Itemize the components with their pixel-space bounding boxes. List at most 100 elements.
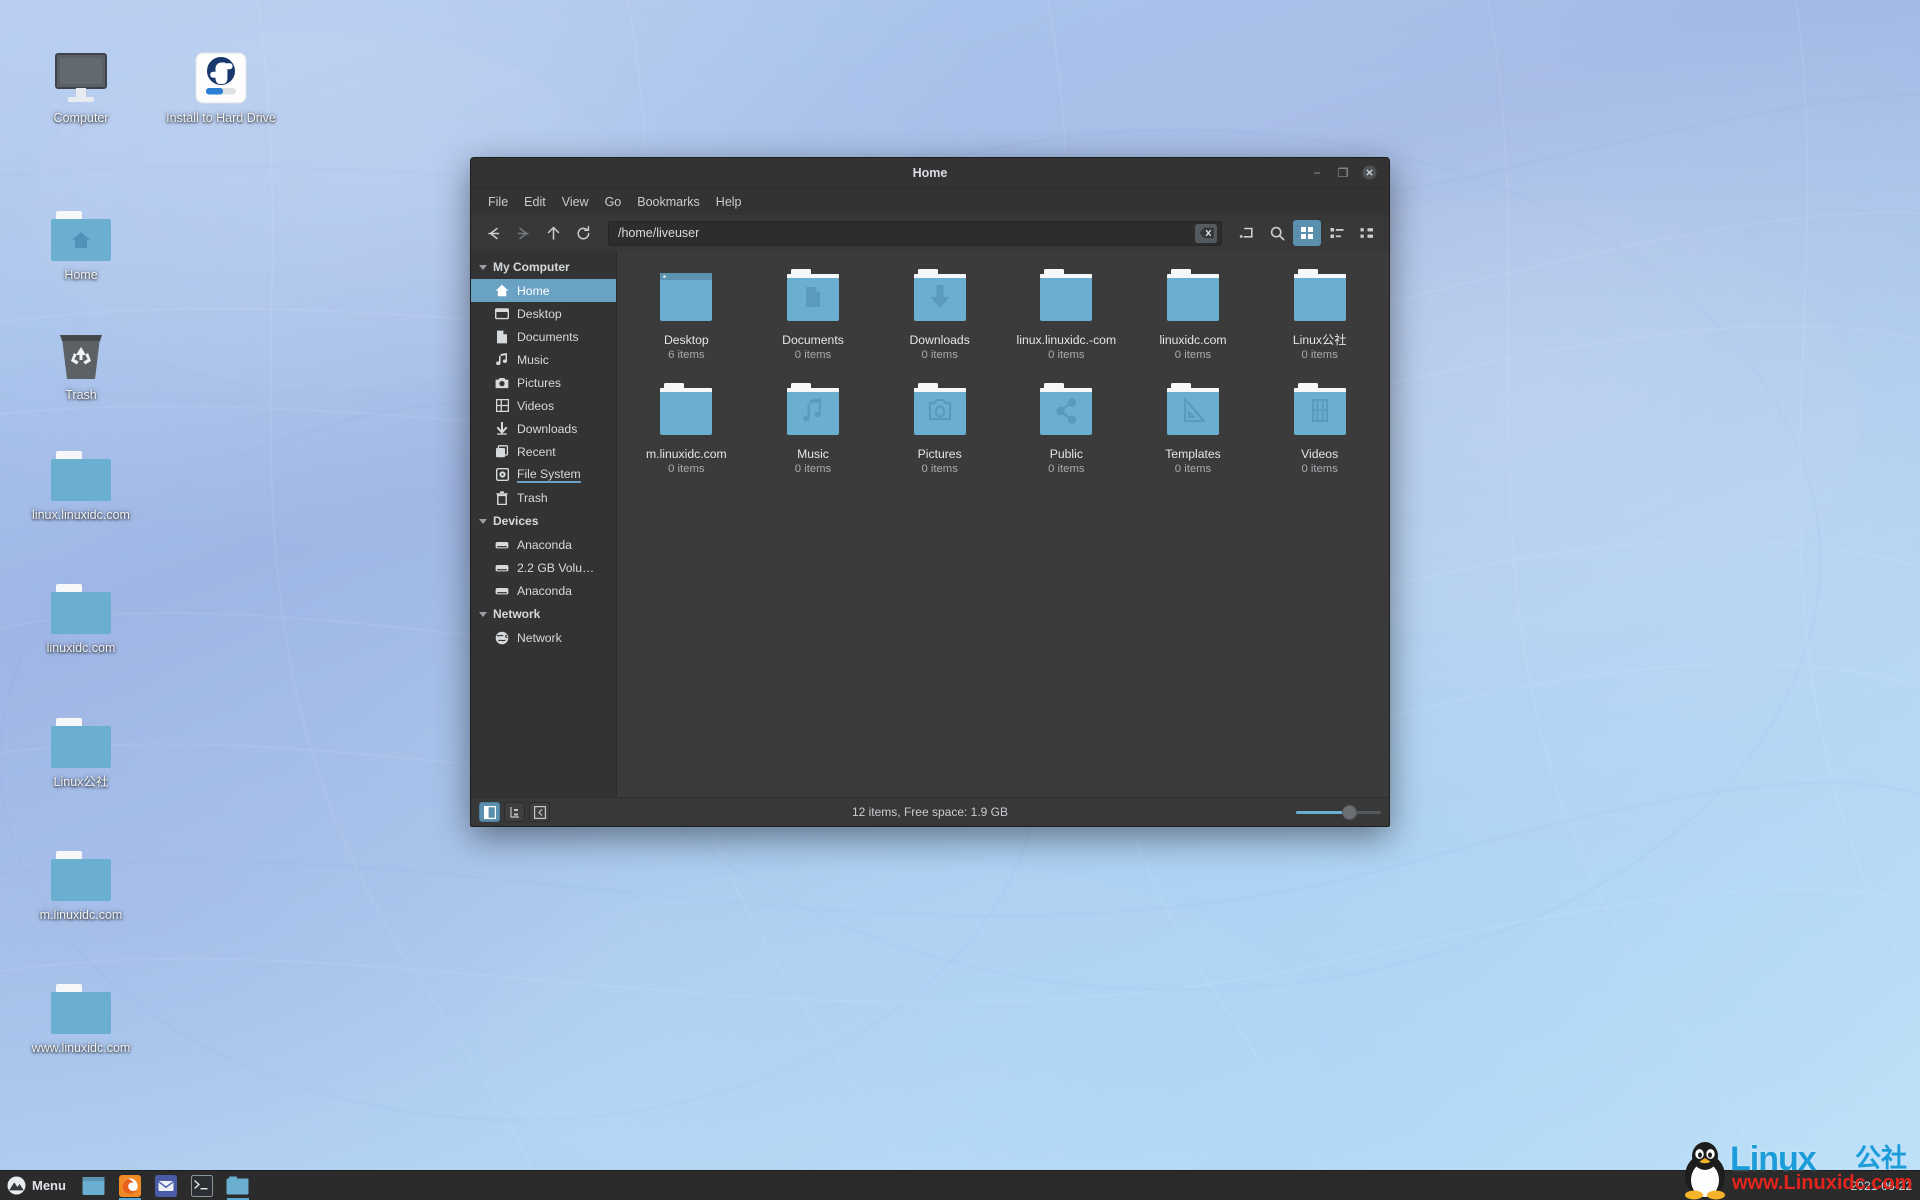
sidebar-item-pictures[interactable]: Pictures xyxy=(471,371,616,394)
sidebar-group-my-computer[interactable]: My Computer xyxy=(471,255,616,279)
file-list-view[interactable]: Desktop 6 items Documents 0 items Downlo… xyxy=(617,251,1389,797)
sidebar-item-videos[interactable]: Videos xyxy=(471,394,616,417)
hidden-files-icon xyxy=(1239,227,1253,238)
folder-icon xyxy=(23,712,139,768)
desktop-icon-computer[interactable]: Computer xyxy=(23,48,139,125)
desktop-icon-label: Computer xyxy=(53,111,109,125)
desktop-icon-folder-linux-gongshe[interactable]: Linux公社 xyxy=(23,712,139,789)
arrow-right-icon xyxy=(517,227,529,239)
file-item-linux-gongshe[interactable]: Linux公社 0 items xyxy=(1256,263,1383,365)
chevron-down-icon xyxy=(479,518,487,524)
sidebar-item-volume-2-2gb[interactable]: 2.2 GB Volu… xyxy=(471,556,616,579)
parent-folder-button[interactable] xyxy=(539,220,567,246)
sidebar-item-anaconda-2[interactable]: Anaconda xyxy=(471,579,616,602)
icon-view-toggle[interactable] xyxy=(479,802,500,822)
menu-file[interactable]: File xyxy=(480,192,516,212)
sidebar-item-documents[interactable]: Documents xyxy=(471,325,616,348)
file-item-public[interactable]: Public 0 items xyxy=(1003,377,1130,479)
desktop-icon-home[interactable]: Home xyxy=(23,205,139,282)
window-titlebar[interactable]: Home − ❐ xyxy=(471,158,1389,188)
window-controls[interactable]: − ❐ xyxy=(1305,162,1389,184)
sidebar-item-network[interactable]: Network xyxy=(471,626,616,649)
file-sub: 0 items xyxy=(794,463,832,475)
file-item-m-linuxidc-com[interactable]: m.linuxidc.com 0 items xyxy=(623,377,750,479)
terminal-launcher[interactable] xyxy=(189,1173,215,1199)
file-name: Templates xyxy=(1165,447,1221,461)
sidebar-item-label: Anaconda xyxy=(517,583,572,598)
menu-view[interactable]: View xyxy=(554,192,597,212)
sidebar-group-devices[interactable]: Devices xyxy=(471,509,616,533)
zoom-slider[interactable] xyxy=(1296,803,1381,821)
sidebar-item-music[interactable]: Music xyxy=(471,348,616,371)
path-value: /home/liveuser xyxy=(618,226,700,240)
view-as-compact-list-button[interactable] xyxy=(1353,220,1381,246)
maximize-button[interactable]: ❐ xyxy=(1331,162,1355,184)
desktop-icon-folder-linuxidc[interactable]: linuxidc.com xyxy=(23,578,139,655)
videos-folder-icon xyxy=(1285,381,1355,441)
desktop-icon-install-to-hard-drive[interactable]: Install to Hard Drive xyxy=(163,48,279,125)
close-button[interactable] xyxy=(1357,162,1381,184)
desktop-icon-trash[interactable]: Trash xyxy=(23,325,139,402)
file-item-downloads[interactable]: Downloads 0 items xyxy=(876,263,1003,365)
menu-go[interactable]: Go xyxy=(597,192,630,212)
navigation-toolbar[interactable]: /home/liveuser xyxy=(471,215,1389,251)
home-folder-icon xyxy=(23,205,139,261)
show-hidden-files-button[interactable] xyxy=(1233,220,1261,246)
file-item-documents[interactable]: Documents 0 items xyxy=(750,263,877,365)
compact-list-view-icon xyxy=(1360,228,1373,238)
applications-menu-button[interactable]: Menu xyxy=(0,1171,76,1200)
sidebar-item-file-system[interactable]: File System xyxy=(471,463,616,486)
file-manager-window[interactable]: Home − ❐ File Edit View Go Bookmarks Hel… xyxy=(470,157,1390,827)
search-button[interactable] xyxy=(1263,220,1291,246)
trash-icon xyxy=(23,325,139,381)
file-item-music[interactable]: Music 0 items xyxy=(750,377,877,479)
desktop-icon-folder-www-linuxidc[interactable]: www.linuxidc.com xyxy=(23,978,139,1055)
sidebar-group-network[interactable]: Network xyxy=(471,602,616,626)
menu-help[interactable]: Help xyxy=(708,192,750,212)
reload-button[interactable] xyxy=(569,220,597,246)
zoom-slider-knob[interactable] xyxy=(1341,805,1357,820)
clear-path-button[interactable] xyxy=(1195,223,1217,243)
statusbar[interactable]: 12 items, Free space: 1.9 GB xyxy=(471,797,1389,826)
file-item-videos[interactable]: Videos 0 items xyxy=(1256,377,1383,479)
sidebar-item-label: Videos xyxy=(517,398,555,413)
tree-view-icon xyxy=(509,806,519,818)
desktop-icon-folder-linux-linuxidc[interactable]: linux.linuxidc.com xyxy=(23,445,139,522)
view-as-icons-button[interactable] xyxy=(1293,220,1321,246)
file-item-templates[interactable]: Templates 0 items xyxy=(1130,377,1257,479)
file-item-pictures[interactable]: Pictures 0 items xyxy=(876,377,1003,479)
sidebar-item-label: Music xyxy=(517,352,549,367)
tree-side-pane-toggle[interactable] xyxy=(504,802,525,822)
sidebar[interactable]: My Computer Home Desktop Documents Music… xyxy=(471,251,617,797)
toggle-side-pane-button[interactable] xyxy=(529,802,550,822)
documents-folder-icon xyxy=(778,267,848,327)
file-item-linux-linuxidc-com[interactable]: linux.linuxidc.-com 0 items xyxy=(1003,263,1130,365)
file-item-linuxidc-com[interactable]: linuxidc.com 0 items xyxy=(1130,263,1257,365)
sidebar-item-desktop[interactable]: Desktop xyxy=(471,302,616,325)
sidebar-item-home[interactable]: Home xyxy=(471,279,616,302)
view-as-detailed-list-button[interactable] xyxy=(1323,220,1351,246)
firefox-launcher[interactable] xyxy=(117,1173,143,1200)
clock[interactable]: 2021-06-22 xyxy=(1851,1179,1912,1193)
thunar-window-button[interactable] xyxy=(225,1173,251,1200)
forward-button[interactable] xyxy=(509,220,537,246)
mail-launcher[interactable] xyxy=(153,1173,179,1199)
file-item-desktop[interactable]: Desktop 6 items xyxy=(623,263,750,365)
file-sub: 0 items xyxy=(921,349,958,361)
taskbar[interactable]: Menu 2021-06-22 xyxy=(0,1170,1920,1200)
menu-edit[interactable]: Edit xyxy=(516,192,554,212)
back-button[interactable] xyxy=(479,220,507,246)
file-manager-launcher[interactable] xyxy=(81,1173,107,1199)
minimize-button[interactable]: − xyxy=(1305,162,1329,184)
sidebar-item-downloads[interactable]: Downloads xyxy=(471,417,616,440)
sidebar-item-anaconda-1[interactable]: Anaconda xyxy=(471,533,616,556)
sidebar-item-trash[interactable]: Trash xyxy=(471,486,616,509)
sidebar-item-recent[interactable]: Recent xyxy=(471,440,616,463)
menu-bookmarks[interactable]: Bookmarks xyxy=(629,192,708,212)
desktop[interactable]: Computer Install to Hard Drive Home Tras… xyxy=(0,0,1920,1200)
music-note-icon xyxy=(495,353,509,367)
folder-icon xyxy=(23,845,139,901)
menubar[interactable]: File Edit View Go Bookmarks Help xyxy=(471,188,1389,215)
desktop-icon-folder-m-linuxidc[interactable]: m.linuxidc.com xyxy=(23,845,139,922)
path-entry[interactable]: /home/liveuser xyxy=(608,220,1222,246)
